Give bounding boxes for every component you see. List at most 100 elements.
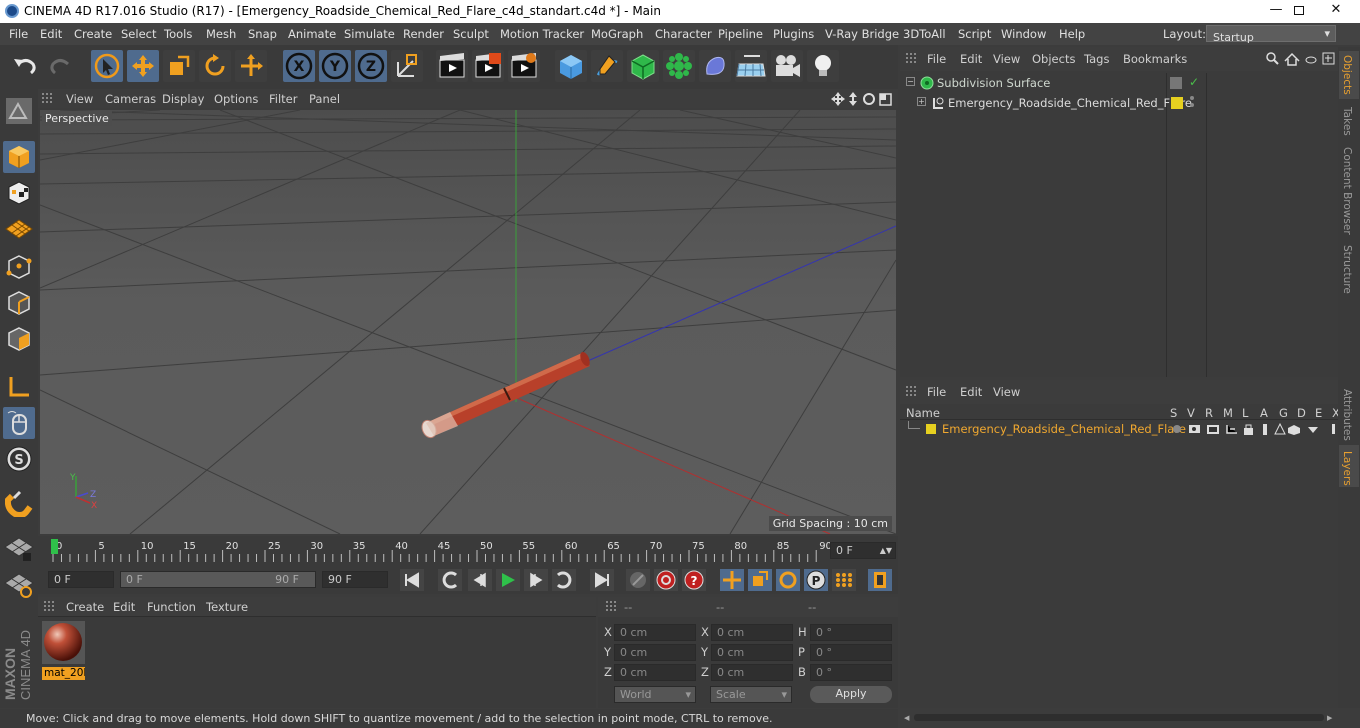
menu-animate[interactable]: Animate (288, 27, 336, 41)
col-s[interactable]: S (1170, 406, 1177, 420)
rotation-h-field[interactable]: 0 ° (810, 624, 892, 641)
redo-button[interactable] (45, 50, 77, 82)
position-y-field[interactable]: 0 cm (614, 644, 696, 661)
camera-object-button[interactable] (771, 50, 803, 82)
tab-layers[interactable]: Layers (1341, 451, 1353, 486)
workplane-mode-button[interactable] (3, 213, 35, 245)
position-z-field[interactable]: 0 cm (614, 664, 696, 681)
menu-script[interactable]: Script (958, 27, 991, 41)
material-menu-edit[interactable]: Edit (113, 600, 135, 614)
undo-button[interactable] (9, 50, 41, 82)
points-mode-button[interactable] (3, 251, 35, 283)
size-y-field[interactable]: 0 cm (711, 644, 793, 661)
polygons-mode-button[interactable] (3, 323, 35, 355)
axis-mode-button[interactable] (3, 371, 35, 403)
menu-render[interactable]: Render (403, 27, 444, 41)
col-v[interactable]: V (1187, 406, 1195, 420)
x-axis-lock-button[interactable]: X (283, 50, 315, 82)
size-z-field[interactable]: 0 cm (711, 664, 793, 681)
floor-object-button[interactable] (735, 50, 767, 82)
layer-name[interactable]: Emergency_Roadside_Chemical_Red_Flare (942, 422, 1186, 436)
coordinate-space-select[interactable]: World ▾ (614, 686, 696, 703)
menu-vray-bridge[interactable]: V-Ray Bridge (825, 27, 899, 41)
col-d[interactable]: D (1297, 406, 1306, 420)
render-dot[interactable] (1190, 103, 1194, 107)
viewport-menu-cameras[interactable]: Cameras (105, 92, 156, 106)
menu-plugins[interactable]: Plugins (773, 27, 814, 41)
scrollbar-track[interactable] (914, 714, 1324, 721)
cube-object-button[interactable] (555, 50, 587, 82)
texture-mode-button[interactable] (3, 177, 35, 209)
viewport-menu-display[interactable]: Display (162, 92, 204, 106)
viewport-menu-panel[interactable]: Panel (309, 92, 340, 106)
layer-row[interactable]: Emergency_Roadside_Chemical_Red_Flare (900, 421, 1338, 437)
subdivision-surface-button[interactable] (627, 50, 659, 82)
transform-tool-button[interactable] (235, 50, 267, 82)
workplane-snap-button[interactable] (3, 569, 35, 601)
rotation-b-field[interactable]: 0 ° (810, 664, 892, 681)
render-to-picture-viewer-button[interactable] (472, 50, 504, 82)
snap-button[interactable] (3, 487, 35, 519)
menu-window[interactable]: Window (1001, 27, 1046, 41)
playhead-marker[interactable] (51, 539, 58, 554)
col-a[interactable]: A (1260, 406, 1268, 420)
tab-content-browser[interactable]: Content Browser (1341, 147, 1353, 235)
size-x-field[interactable]: 0 cm (711, 624, 793, 641)
model-mode-button[interactable] (3, 141, 35, 173)
viewport-menu-view[interactable]: View (66, 92, 93, 106)
col-name[interactable]: Name (906, 406, 940, 420)
material-menu-texture[interactable]: Texture (206, 600, 248, 614)
menu-snap[interactable]: Snap (248, 27, 277, 41)
make-editable-button[interactable] (3, 95, 35, 127)
menu-character[interactable]: Character (655, 27, 712, 41)
tab-structure[interactable]: Structure (1341, 245, 1353, 294)
object-menu-view[interactable]: View (993, 52, 1020, 66)
apply-button[interactable]: Apply (810, 686, 892, 703)
viewport-nav-icons[interactable] (830, 91, 896, 107)
object-row-flare[interactable]: + Emergency_Roadside_Chemical_Red_Flare (904, 95, 1334, 113)
menu-simulate[interactable]: Simulate (344, 27, 395, 41)
scale-tool-button[interactable] (163, 50, 195, 82)
col-g[interactable]: G (1279, 406, 1288, 420)
viewport-menu-filter[interactable]: Filter (269, 92, 297, 106)
y-axis-lock-button[interactable]: Y (319, 50, 351, 82)
menu-motion-tracker[interactable]: Motion Tracker (500, 27, 584, 41)
object-menu-file[interactable]: File (927, 52, 946, 66)
object-row-subdivision[interactable]: − Subdivision Surface ✓ (904, 75, 1334, 93)
menu-create[interactable]: Create (74, 27, 112, 41)
scroll-left-icon[interactable]: ◀ (904, 714, 909, 722)
live-selection-button[interactable] (91, 50, 123, 82)
material-swatch[interactable]: mat_20N (42, 621, 85, 680)
deformer-button[interactable] (699, 50, 731, 82)
z-axis-lock-button[interactable]: Z (355, 50, 387, 82)
layer-scrollbar[interactable]: ◀ ▶ (902, 713, 1336, 723)
menu-3dtoall[interactable]: 3DToAll (903, 27, 946, 41)
render-view-button[interactable] (436, 50, 468, 82)
material-menu-create[interactable]: Create (66, 600, 104, 614)
perspective-viewport[interactable]: Y Z X Perspective Grid Spacing : 10 cm (40, 110, 896, 534)
tab-attributes[interactable]: Attributes (1341, 389, 1353, 441)
layer-menu-view[interactable]: View (993, 385, 1020, 399)
menu-help[interactable]: Help (1059, 27, 1085, 41)
object-nav-icons[interactable] (1265, 51, 1337, 67)
cloner-button[interactable] (663, 50, 695, 82)
object-menu-edit[interactable]: Edit (960, 52, 982, 66)
menu-file[interactable]: File (9, 27, 28, 41)
object-menu-bookmarks[interactable]: Bookmarks (1123, 52, 1187, 66)
move-tool-button[interactable] (127, 50, 159, 82)
viewport-menu-options[interactable]: Options (214, 92, 258, 106)
col-r[interactable]: R (1205, 406, 1213, 420)
position-x-field[interactable]: 0 cm (614, 624, 696, 641)
col-m[interactable]: M (1223, 406, 1233, 420)
col-e[interactable]: E (1315, 406, 1322, 420)
key-controls[interactable]: ? P (624, 567, 894, 593)
layer-color-swatch[interactable] (926, 424, 936, 434)
frame-range-slider[interactable]: 0 F 90 F (120, 571, 316, 588)
tab-objects[interactable]: Objects (1341, 55, 1353, 95)
checkmark-icon[interactable]: ✓ (1189, 75, 1199, 89)
timeline-ruler[interactable]: 0 5 10 15 20 25 30 35 40 45 50 55 60 65 70 75 80 85 90 0 F… (38, 536, 898, 566)
editor-dot[interactable] (1190, 96, 1194, 100)
layer-color-tag[interactable] (1171, 97, 1183, 109)
expand-icon[interactable]: + (917, 97, 926, 106)
layer-menu-file[interactable]: File (927, 385, 946, 399)
